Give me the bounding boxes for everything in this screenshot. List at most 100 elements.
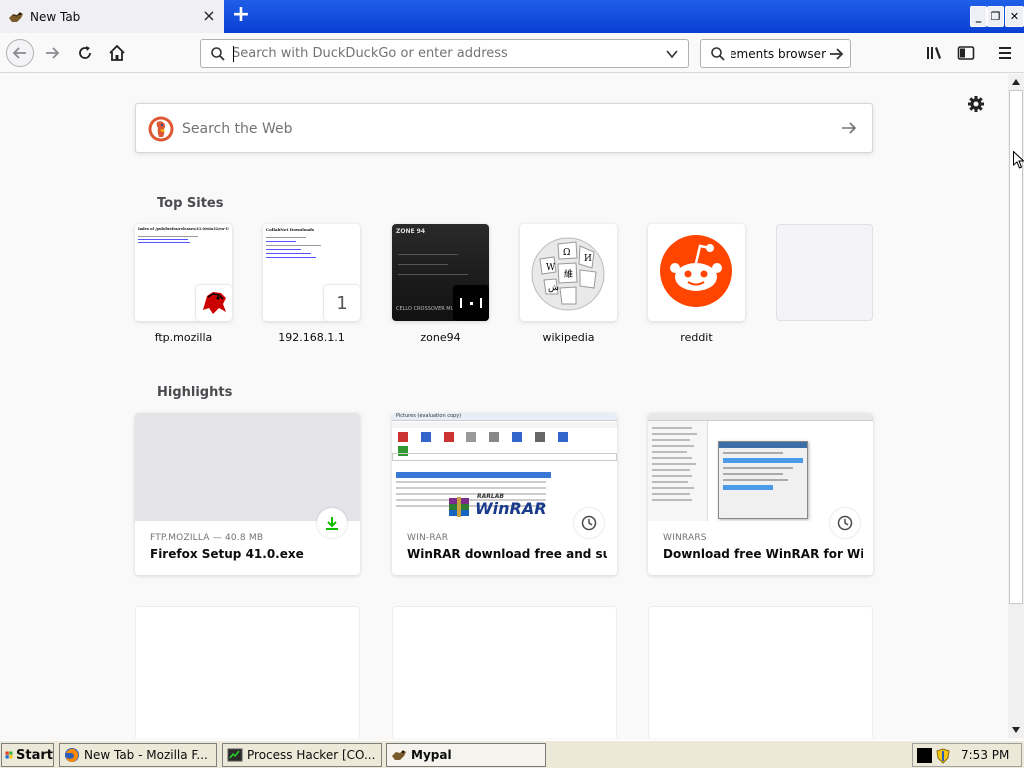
top-site-wikipedia[interactable]: W Ω И 維 ش wikipedia [520, 224, 617, 344]
forward-button[interactable] [38, 39, 66, 67]
card-title[interactable]: Firefox Setup 41.0.exe [150, 547, 350, 561]
winrar-logo: RARLAB WinRAR [447, 493, 557, 521]
task-label: Process Hacker [CO... [247, 748, 376, 762]
address-input[interactable] [232, 42, 652, 65]
page-scrollbar[interactable] [1008, 74, 1024, 738]
card-title[interactable]: Download free WinRAR for Win... [663, 547, 863, 561]
svg-text:維: 維 [564, 268, 573, 280]
menu-button[interactable] [991, 39, 1019, 67]
tab-new-tab[interactable]: New Tab × [0, 0, 224, 33]
top-site-reddit[interactable]: reddit [648, 224, 745, 344]
new-tab-page: Top Sites Index of /pub/firefox/releases… [0, 74, 1008, 738]
task-label: Mypal [411, 748, 452, 762]
gear-icon[interactable] [966, 94, 986, 114]
home-button[interactable] [103, 39, 131, 67]
site-favicon-badge [453, 285, 489, 321]
mozilla-dino-icon [199, 288, 229, 318]
svg-text:ش: ش [548, 283, 559, 293]
taskbar: Start New Tab - Mozilla F... Process Hac… [0, 740, 1024, 768]
scroll-up-button[interactable] [1008, 74, 1024, 90]
mypal-icon [9, 11, 23, 22]
top-sites-grid: Index of /pub/firefox/releases/41.0/win3… [135, 224, 875, 344]
task-label: New Tab - Mozilla F... [84, 748, 208, 762]
back-arrow-icon [12, 47, 26, 59]
windows-logo-icon [5, 751, 13, 759]
mouse-cursor-icon [1013, 151, 1024, 169]
web-search-box[interactable] [135, 103, 873, 153]
address-bar[interactable] [200, 39, 689, 68]
task-process-hacker[interactable]: Process Hacker [CO... [222, 743, 382, 767]
wikipedia-globe-icon: W Ω И 維 ش [531, 237, 605, 311]
back-button[interactable] [6, 39, 34, 67]
placeholder-card [392, 606, 617, 738]
task-new-tab-mozilla[interactable]: New Tab - Mozilla F... [59, 743, 217, 767]
chevron-down-icon[interactable] [665, 48, 679, 60]
title-bar: New Tab × + _ ❐ ✕ [0, 0, 1024, 33]
close-window-button[interactable]: ✕ [1005, 6, 1024, 27]
download-badge [317, 508, 347, 538]
site-tile[interactable] [648, 224, 745, 321]
minimize-button[interactable]: _ [970, 6, 987, 27]
top-site-zone94[interactable]: ZONE 94 CELLO CROSSOVER MUSIC zone94 [392, 224, 489, 344]
nav-toolbar: ements browser [0, 33, 1024, 73]
start-button[interactable]: Start [1, 743, 54, 767]
history-badge [574, 508, 604, 538]
highlights-heading: Highlights [157, 385, 233, 400]
close-tab-icon[interactable]: × [200, 7, 218, 25]
card-thumbnail [135, 413, 360, 521]
site-tile[interactable]: W Ω И 維 ش [520, 224, 617, 321]
card-thumbnail [648, 413, 873, 521]
maximize-button[interactable]: ❐ [987, 6, 1004, 27]
go-arrow-icon[interactable] [828, 46, 844, 62]
highlight-card-winrars[interactable]: WINRARS Download free WinRAR for Win... [648, 413, 873, 575]
reload-button[interactable] [71, 39, 99, 67]
search-icon [211, 47, 225, 61]
site-label[interactable]: wikipedia [520, 331, 617, 344]
hamburger-menu-icon [999, 47, 1011, 59]
clock[interactable]: 7:53 PM [961, 748, 1009, 762]
search-bar-text[interactable]: ements browser [731, 47, 826, 61]
clock-icon [581, 515, 597, 531]
highlight-card-firefox-setup[interactable]: FTP.MOZILLA — 40.8 MB Firefox Setup 41.0… [135, 413, 360, 575]
new-tab-button[interactable]: + [229, 4, 253, 28]
card-title[interactable]: WinRAR download free and sup... [407, 547, 607, 561]
tray-black-square-icon[interactable] [917, 748, 932, 763]
highlight-card-winrar[interactable]: Pictures (evaluation copy) RARLAB WinRAR… [392, 413, 617, 575]
duckduckgo-logo-icon [148, 116, 174, 142]
card-context: FTP.MOZILLA — 40.8 MB [150, 533, 264, 543]
site-tile[interactable]: Index of /pub/firefox/releases/41.0/win3… [135, 224, 232, 321]
card-context: WIN-RAR [407, 533, 449, 543]
site-label[interactable]: 192.168.1.1 [263, 331, 360, 344]
text-caret [233, 46, 234, 62]
site-tile[interactable]: CollabNet Downloads 1 [263, 224, 360, 321]
sidebar-button[interactable] [952, 39, 980, 67]
svg-text:И: И [584, 254, 592, 264]
security-shield-icon[interactable] [935, 748, 951, 764]
site-label[interactable]: reddit [648, 331, 745, 344]
site-tile[interactable]: ZONE 94 CELLO CROSSOVER MUSIC [392, 224, 489, 321]
library-button[interactable] [920, 39, 948, 67]
thumbnail-lines [266, 237, 357, 258]
top-site-router[interactable]: CollabNet Downloads 1 192.168.1.1 [263, 224, 360, 344]
start-label: Start [16, 747, 53, 763]
thumbnail-heading: ZONE 94 [396, 228, 426, 235]
thumbnail-window-title: Pictures (evaluation copy) [396, 413, 462, 419]
top-site-ftp-mozilla[interactable]: Index of /pub/firefox/releases/41.0/win3… [135, 224, 232, 344]
search-bar[interactable]: ements browser [700, 39, 851, 68]
site-label[interactable]: ftp.mozilla [135, 331, 232, 344]
site-label[interactable]: zone94 [392, 331, 489, 344]
task-mypal[interactable]: Mypal [386, 743, 546, 767]
placeholder-card [135, 606, 360, 738]
search-submit-arrow-icon[interactable] [840, 120, 858, 136]
web-search-input[interactable] [182, 118, 782, 140]
library-icon [927, 47, 941, 59]
card-context: WINRARS [663, 533, 707, 543]
firefox-icon [65, 748, 79, 762]
empty-site-tile [776, 224, 873, 321]
scroll-down-arrow-icon [1012, 727, 1020, 733]
scroll-down-button[interactable] [1008, 722, 1024, 738]
home-icon [109, 44, 125, 61]
forward-arrow-icon [46, 47, 60, 59]
placeholder-card [648, 606, 873, 738]
card-thumbnail: Pictures (evaluation copy) RARLAB WinRAR [392, 413, 617, 521]
